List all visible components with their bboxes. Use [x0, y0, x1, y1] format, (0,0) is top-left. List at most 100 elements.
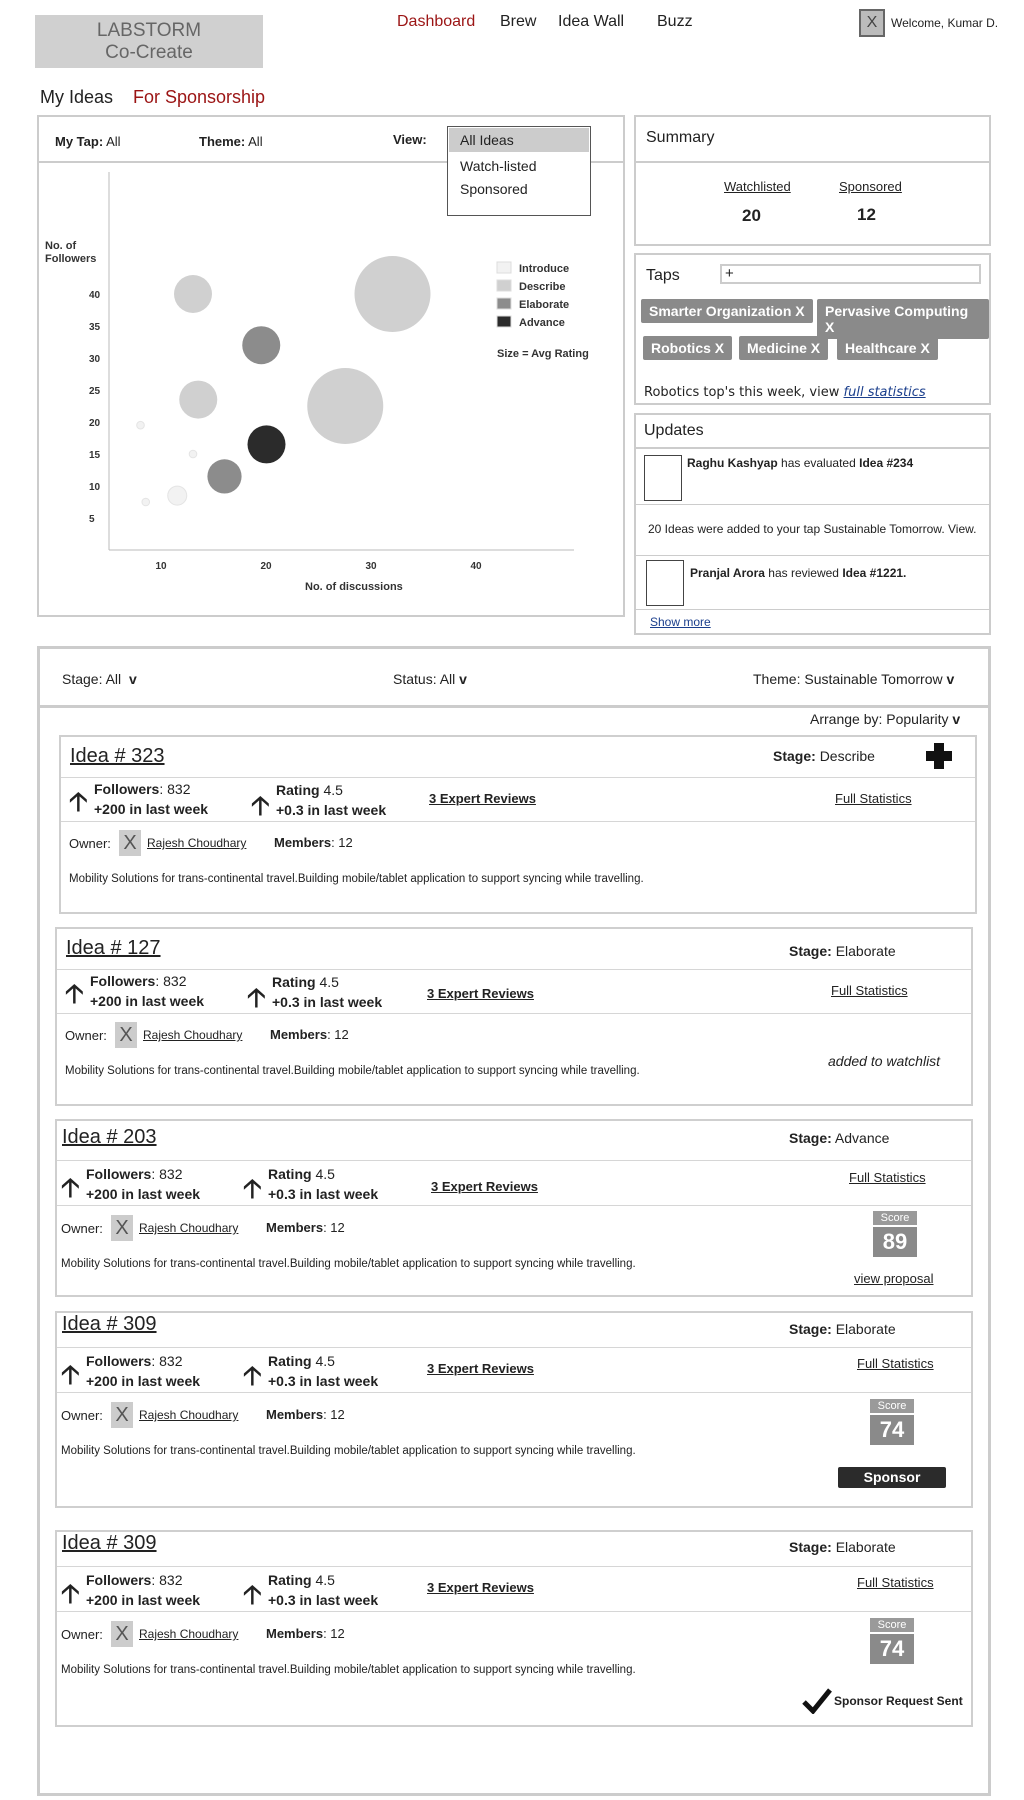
- view-proposal-link[interactable]: view proposal: [854, 1271, 934, 1286]
- expert-reviews-link[interactable]: 3 Expert Reviews: [431, 1179, 538, 1194]
- owner-name[interactable]: Rajesh Choudhary: [139, 1221, 238, 1235]
- idea-stage: Stage: Elaborate: [789, 1321, 896, 1337]
- sponsored-label[interactable]: Sponsored: [839, 179, 902, 194]
- members-label: Members: [266, 1220, 324, 1235]
- owner-avatar[interactable]: X: [111, 1215, 133, 1241]
- tab-my-ideas[interactable]: My Ideas: [40, 87, 113, 108]
- update-2-tap[interactable]: Sustainable Tomorrow.: [823, 522, 944, 536]
- idea-title[interactable]: Idea # 323: [70, 745, 165, 768]
- watchlisted-label[interactable]: Watchlisted: [724, 179, 791, 194]
- full-statistics-link[interactable]: Full Statistics: [849, 1170, 926, 1185]
- theme-list-filter-label: Theme: Sustainable Tomorrow: [753, 671, 943, 687]
- followers-value: : 832: [151, 1353, 183, 1369]
- followers-label: Followers: [86, 1353, 152, 1369]
- bubble-point: [174, 275, 212, 313]
- update-1-idea[interactable]: Idea #234: [859, 456, 913, 470]
- followers-stat: Followers: 832 +200 in last week: [86, 1353, 200, 1389]
- owner-name[interactable]: Rajesh Choudhary: [143, 1028, 242, 1042]
- legend-label: Advance: [519, 317, 565, 329]
- logo[interactable]: LABSTORM Co-Create: [35, 15, 263, 68]
- members-value: : 12: [323, 1407, 345, 1422]
- update-2-view-link[interactable]: View.: [948, 522, 976, 536]
- idea-divider: [57, 1205, 971, 1206]
- tap-chip-healthcare[interactable]: Healthcare X: [837, 336, 938, 360]
- show-more-link[interactable]: Show more: [650, 615, 711, 629]
- full-statistics-link[interactable]: full statistics: [844, 385, 926, 400]
- owner-name[interactable]: Rajesh Choudhary: [139, 1627, 238, 1641]
- tap-chip-robotics[interactable]: Robotics X: [643, 336, 733, 360]
- update-item-1: Raghu Kashyap has evaluated Idea #234: [687, 456, 913, 470]
- update-3-user[interactable]: Pranjal Arora: [690, 566, 765, 580]
- idea-title[interactable]: Idea # 309: [62, 1532, 157, 1555]
- owner-avatar[interactable]: X: [119, 830, 141, 856]
- idea-divider: [61, 821, 975, 822]
- full-statistics-link[interactable]: Full Statistics: [857, 1575, 934, 1590]
- idea-title[interactable]: Idea # 203: [62, 1126, 157, 1149]
- up-arrow-icon: 🡡: [251, 790, 270, 820]
- x-tick-label: 30: [366, 561, 378, 572]
- view-option-watch-listed[interactable]: Watch-listed: [448, 153, 590, 179]
- nav-buzz[interactable]: Buzz: [657, 13, 693, 31]
- chevron-down-icon: v: [946, 671, 955, 687]
- members-value: : 12: [323, 1626, 345, 1641]
- status-filter[interactable]: Status: All v: [393, 671, 467, 687]
- view-option-sponsored[interactable]: Sponsored: [448, 179, 590, 199]
- arrange-by[interactable]: Arrange by: Popularity v: [810, 711, 960, 727]
- idea-card[interactable]: Idea # 309 Stage: Elaborate 🡡 Followers:…: [55, 1530, 973, 1727]
- nav-dashboard[interactable]: Dashboard: [397, 13, 475, 31]
- plus-icon[interactable]: [926, 743, 952, 769]
- summary-panel: Summary Watchlisted 20 Sponsored 12: [634, 115, 991, 246]
- sponsor-button[interactable]: Sponsor: [838, 1467, 946, 1488]
- nav-idea-wall[interactable]: Idea Wall: [558, 13, 624, 31]
- taps-footer: Robotics top's this week, view full stat…: [644, 385, 926, 400]
- up-arrow-icon: 🡡: [61, 1578, 80, 1608]
- full-statistics-link[interactable]: Full Statistics: [835, 791, 912, 806]
- user-avatar[interactable]: X: [859, 9, 885, 37]
- owner-avatar[interactable]: X: [111, 1402, 133, 1428]
- expert-reviews-link[interactable]: 3 Expert Reviews: [427, 1361, 534, 1376]
- idea-card[interactable]: Idea # 309 Stage: Elaborate 🡡 Followers:…: [55, 1311, 973, 1508]
- owner-avatar[interactable]: X: [115, 1022, 137, 1048]
- legend-label: Introduce: [519, 263, 569, 275]
- theme-list-filter[interactable]: Theme: Sustainable Tomorrow v: [753, 671, 954, 687]
- stage-value: Elaborate: [835, 943, 896, 959]
- tap-chip-smarter-organization[interactable]: Smarter Organization X: [641, 299, 813, 323]
- update-1-user[interactable]: Raghu Kashyap: [687, 456, 778, 470]
- tap-chip-pervasive-computing[interactable]: Pervasive Computing X: [817, 299, 989, 339]
- tab-for-sponsorship[interactable]: For Sponsorship: [133, 87, 265, 108]
- stage-filter[interactable]: Stage: All v: [62, 671, 137, 687]
- owner-name[interactable]: Rajesh Choudhary: [139, 1408, 238, 1422]
- full-statistics-link[interactable]: Full Statistics: [831, 983, 908, 998]
- update-3-idea[interactable]: Idea #1221.: [842, 566, 906, 580]
- expert-reviews-link[interactable]: 3 Expert Reviews: [427, 1580, 534, 1595]
- x-tick-label: 10: [156, 561, 168, 572]
- stage-label: Stage:: [789, 1130, 832, 1146]
- x-tick-label: 20: [261, 561, 273, 572]
- idea-card[interactable]: Idea # 127 Stage: Elaborate 🡡 Followers:…: [55, 927, 973, 1106]
- taps-footer-text: Robotics top's this week, view: [644, 385, 840, 400]
- tap-chip-medicine[interactable]: Medicine X: [739, 336, 829, 360]
- idea-card[interactable]: Idea # 203 Stage: Advance 🡡 Followers: 8…: [55, 1119, 973, 1297]
- stage-value: Elaborate: [835, 1539, 896, 1555]
- view-dropdown[interactable]: All Ideas Watch-listed Sponsored: [447, 126, 591, 216]
- rating-stat: Rating 4.5 +0.3 in last week: [276, 782, 386, 818]
- idea-title[interactable]: Idea # 309: [62, 1313, 157, 1336]
- expert-reviews-link[interactable]: 3 Expert Reviews: [429, 791, 536, 806]
- rating-delta: +0.3 in last week: [268, 1186, 379, 1202]
- expert-reviews-link[interactable]: 3 Expert Reviews: [427, 986, 534, 1001]
- score-badge: Score 89: [873, 1211, 917, 1257]
- followers-delta: +200 in last week: [86, 1186, 201, 1202]
- view-option-all-ideas[interactable]: All Ideas: [449, 128, 589, 152]
- idea-card[interactable]: Idea # 323 Stage: Describe 🡡 Followers: …: [59, 735, 977, 914]
- updates-divider-2: [636, 504, 989, 505]
- followers-delta: +200 in last week: [90, 993, 205, 1009]
- nav-brew[interactable]: Brew: [500, 13, 536, 31]
- score-label: Score: [873, 1211, 917, 1225]
- tap-add-input[interactable]: +: [720, 264, 981, 284]
- members-count: Members: 12: [274, 835, 353, 850]
- owner-name[interactable]: Rajesh Choudhary: [147, 836, 246, 850]
- owner-avatar[interactable]: X: [111, 1621, 133, 1647]
- updates-panel: Updates Raghu Kashyap has evaluated Idea…: [634, 413, 991, 635]
- full-statistics-link[interactable]: Full Statistics: [857, 1356, 934, 1371]
- idea-title[interactable]: Idea # 127: [66, 937, 161, 960]
